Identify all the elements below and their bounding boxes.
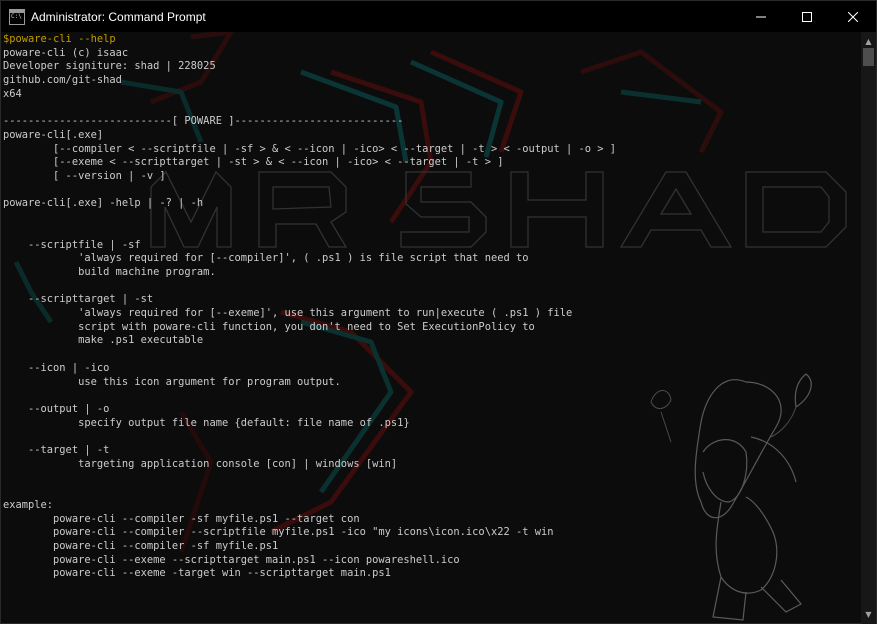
vertical-scrollbar[interactable]: ▲ ▼	[861, 32, 876, 624]
cmd-app-icon[interactable]: C:\	[9, 8, 25, 25]
scroll-down-button[interactable]: ▼	[861, 607, 876, 622]
command-prompt-window: C:\ Administrator: Command Prompt $powar…	[0, 0, 877, 624]
console-output-text: $poware-cli --help poware-cli (c) isaac …	[3, 33, 616, 581]
window-title: Administrator: Command Prompt	[31, 9, 206, 24]
minimize-icon	[756, 16, 766, 17]
scroll-thumb[interactable]	[863, 48, 874, 66]
maximize-button[interactable]	[784, 1, 830, 32]
scroll-up-button[interactable]: ▲	[861, 34, 876, 49]
chevron-up-icon: ▲	[865, 37, 872, 46]
console-area[interactable]: $poware-cli --help poware-cli (c) isaac …	[1, 32, 861, 624]
help-output: poware-cli (c) isaac Developer signiture…	[3, 46, 617, 580]
title-bar[interactable]: C:\ Administrator: Command Prompt	[1, 1, 876, 32]
close-button[interactable]	[830, 1, 876, 32]
cmd-icon-label: C:\	[11, 12, 22, 20]
chevron-down-icon: ▼	[865, 610, 872, 619]
command-line: $poware-cli --help	[3, 33, 116, 45]
minimize-button[interactable]	[738, 1, 784, 32]
maximize-icon	[802, 11, 812, 22]
window-controls	[738, 1, 876, 32]
close-icon	[848, 11, 858, 22]
